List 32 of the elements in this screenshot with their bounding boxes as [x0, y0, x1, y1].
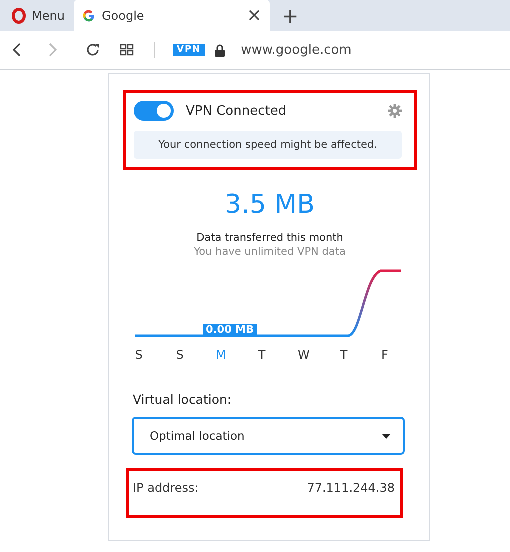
tab-label: Menu	[32, 8, 66, 22]
ip-value: 77.111.244.38	[307, 481, 395, 497]
status-label: VPN Connected	[186, 104, 288, 118]
browser-tab[interactable]: Google ×	[74, 0, 270, 31]
tab-label: Google	[102, 8, 146, 22]
day-label[interactable]: T	[257, 348, 267, 362]
location-label: Virtual location:	[133, 392, 233, 407]
graph-label: 0.00 MB	[203, 324, 258, 336]
data-note: You have unlimited VPN data	[193, 246, 347, 258]
day-label[interactable]: F	[380, 348, 390, 362]
grid-icon[interactable]	[120, 44, 134, 56]
caret-icon	[382, 434, 391, 438]
settings-icon[interactable]	[388, 104, 402, 118]
url-text[interactable]: www.google.com	[241, 42, 352, 58]
back-icon[interactable]	[12, 43, 21, 57]
logo-icon	[82, 8, 96, 22]
ip-label: IP address:	[133, 481, 199, 497]
notice-text: Your connection speed might be affected.	[134, 131, 402, 159]
new-tab-button[interactable]: +	[270, 4, 311, 28]
reload-icon[interactable]	[86, 43, 100, 57]
location-select[interactable]: Optimal location	[132, 417, 405, 455]
vpn-toggle[interactable]	[134, 101, 174, 121]
day-label[interactable]: S	[175, 348, 185, 362]
close-icon[interactable]: ×	[246, 5, 262, 26]
data-caption: Data transferred this month	[196, 232, 344, 244]
data-total: 3.5 MB	[224, 190, 316, 220]
menu-button[interactable]: Menu	[4, 0, 74, 31]
day-label[interactable]: W	[298, 348, 308, 362]
day-label[interactable]: S	[134, 348, 144, 362]
logo-icon	[12, 8, 26, 24]
day-label[interactable]: T	[339, 348, 349, 362]
lock-icon	[215, 44, 226, 56]
